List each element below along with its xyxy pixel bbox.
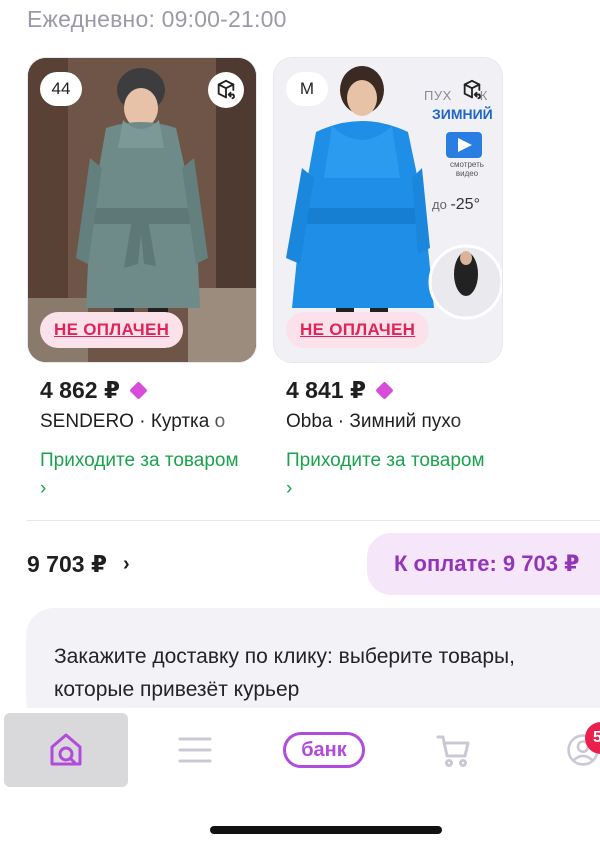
order-total[interactable]: 9 703 ₽ › [27, 551, 130, 578]
store-hours: Ежедневно: 09:00-21:00 [27, 6, 287, 32]
promo-line1: ПУХ [424, 88, 452, 103]
product-image[interactable]: ПУХ К ЗИМНИЙ смотреть видео до -25° M НЕ … [274, 58, 502, 362]
tab-bank[interactable]: банк [262, 713, 386, 787]
unpaid-status-badge[interactable]: НЕ ОПЛАЧЕН [286, 312, 430, 348]
product-title[interactable]: Obba · Зимний пухо [274, 411, 502, 433]
product-image[interactable]: 44 НЕ ОПЛАЧЕН [28, 58, 256, 362]
pickup-link[interactable]: Приходите за товаром › [28, 447, 240, 503]
chevron-right-icon: › [122, 553, 130, 575]
product-title[interactable]: SENDERO · Куртка о [28, 411, 256, 433]
order-total-amount: 9 703 ₽ [27, 551, 107, 577]
tab-home[interactable] [4, 713, 128, 787]
promo-line2: ЗИМНИЙ [432, 106, 493, 122]
diamond-icon [129, 381, 148, 400]
diamond-icon [375, 381, 394, 400]
home-indicator[interactable] [210, 826, 442, 834]
pay-button[interactable]: К оплате: 9 703 ₽ [367, 533, 600, 595]
return-box-icon[interactable] [208, 72, 244, 108]
product-card[interactable]: ПУХ К ЗИМНИЙ смотреть видео до -25° M НЕ … [274, 58, 502, 503]
home-search-icon [50, 733, 82, 766]
cart-icon [436, 735, 470, 767]
delivery-info-text: Закажите доставку по клику: выберите тов… [54, 645, 515, 701]
promo-temp-prefix: до [432, 197, 447, 212]
promo-temp: -25° [450, 196, 480, 213]
size-badge: M [286, 72, 328, 106]
promo-video-label: смотреть видео [450, 160, 484, 178]
tab-catalog[interactable] [133, 713, 257, 787]
product-price: 4 862 ₽ [40, 377, 120, 403]
pickup-link[interactable]: Приходите за товаром › [274, 447, 486, 503]
product-price: 4 841 ₽ [286, 377, 366, 403]
size-badge: 44 [40, 72, 82, 106]
section-divider [27, 520, 600, 521]
menu-icon [178, 737, 212, 763]
bank-label: банк [283, 732, 365, 768]
product-card[interactable]: 44 НЕ ОПЛАЧЕН 4 862 ₽ SENDERO · Куртка о… [28, 58, 256, 503]
unpaid-status-badge[interactable]: НЕ ОПЛАЧЕН [40, 312, 184, 348]
tab-profile[interactable] [520, 713, 600, 787]
promo-temperature: до -25° [432, 196, 480, 214]
tab-cart[interactable] [391, 713, 515, 787]
return-box-icon[interactable] [454, 72, 490, 108]
